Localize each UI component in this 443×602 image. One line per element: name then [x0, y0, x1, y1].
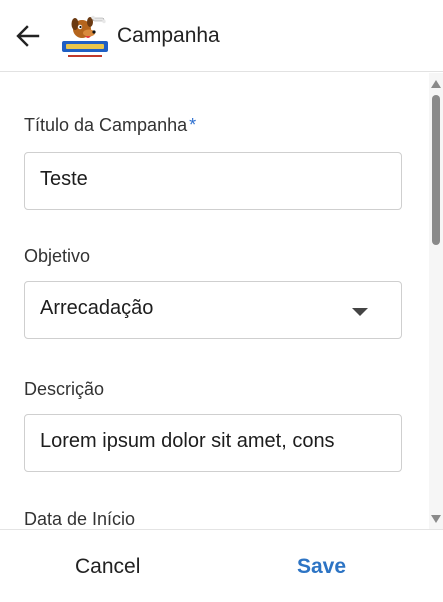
start-date-label: Data de Início [24, 509, 136, 529]
campaign-title-input[interactable]: Teste [24, 152, 402, 210]
objective-select[interactable]: Arrecadação [24, 281, 402, 339]
scroll-up-icon[interactable] [431, 80, 441, 88]
description-input[interactable]: Lorem ipsum dolor sit amet, cons [24, 414, 402, 472]
objective-label: Objetivo [24, 246, 91, 266]
vertical-scrollbar[interactable] [429, 73, 443, 529]
app-header: Campanha [0, 0, 443, 72]
dialog-footer: Cancel Save [0, 529, 443, 602]
cancel-button[interactable]: Cancel [75, 555, 140, 579]
description-label: Descrição [24, 379, 105, 399]
objective-value: Arrecadação [40, 297, 154, 319]
bicho-loka-logo [62, 15, 108, 57]
back-button[interactable] [14, 22, 42, 50]
form-scroll-area: Título da Campanha * Teste Objetivo Arrec… [0, 73, 428, 529]
campaign-title-value: Teste [40, 168, 88, 190]
page-title: Campanha [117, 24, 220, 47]
scroll-down-icon[interactable] [431, 515, 441, 523]
required-asterisk: * [189, 115, 197, 135]
dropdown-caret-icon [352, 308, 368, 316]
scrollbar-thumb[interactable] [432, 95, 440, 245]
campaign-title-label-text: Título da Campanha [24, 115, 188, 135]
campaign-title-label: Título da Campanha * [24, 115, 196, 136]
description-value: Lorem ipsum dolor sit amet, cons [40, 430, 335, 452]
arrow-left-icon [16, 25, 40, 47]
save-button[interactable]: Save [297, 555, 346, 579]
